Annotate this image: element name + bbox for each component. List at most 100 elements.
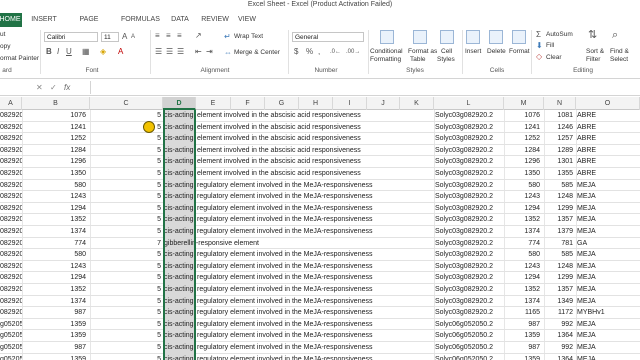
font-color-icon[interactable]: A [118,47,123,57]
cell-e[interactable]: regulatory element involved in the MeJA-… [197,261,433,273]
cell-e[interactable]: regulatory element involved in the MeJA-… [197,296,433,308]
column-header-n[interactable]: N [544,97,576,110]
cell-c[interactable]: 5 [90,156,161,168]
cell-n[interactable]: 1357 [544,284,573,296]
bold-icon[interactable]: B [46,47,52,57]
orientation-icon[interactable]: ↗ [195,31,202,41]
tab-data[interactable]: DATA [168,14,192,26]
cell-n[interactable]: 1248 [544,191,573,203]
cell-a[interactable]: 082920.2 [0,122,22,134]
borders-icon[interactable]: ▦ [82,47,90,57]
cell-m[interactable]: 1352 [504,284,540,296]
formula-input[interactable] [90,81,640,94]
cell-n[interactable]: 1248 [544,261,573,273]
cell-m[interactable]: 1284 [504,145,540,157]
cell-a[interactable]: 082920.2 [0,226,22,238]
cell-e[interactable]: regulatory element involved in the MeJA-… [197,272,433,284]
cell-b[interactable]: 1359 [22,319,86,331]
autosum-button[interactable]: AutoSum [546,31,573,38]
cell-n[interactable]: 585 [544,180,573,192]
cell-o[interactable]: MEJA [577,180,637,192]
cell-e[interactable]: regulatory element involved in the MeJA-… [197,284,433,296]
cell-e[interactable]: regulatory element involved in the MeJA-… [197,319,433,331]
cell-n[interactable]: 1081 [544,110,573,122]
cell-a[interactable]: g052050.2 [0,319,22,331]
cell-l[interactable]: Solyc06g052050.2 [435,354,504,360]
cell-l[interactable]: Solyc03g082920.2 [435,133,504,145]
column-header-m[interactable]: M [504,97,544,110]
tab-home[interactable]: HOME [0,13,22,27]
cell-b[interactable]: 1243 [22,191,86,203]
cell-m[interactable]: 987 [504,342,540,354]
cell-styles-button[interactable]: Cell [441,48,452,55]
cell-b[interactable]: 1350 [22,168,86,180]
cell-b[interactable]: 774 [22,238,86,250]
cell-m[interactable]: 1294 [504,272,540,284]
cell-a[interactable]: 082920.2 [0,156,22,168]
cell-b[interactable]: 987 [22,307,86,319]
cell-a[interactable]: 082920.2 [0,272,22,284]
column-header-d[interactable]: D [163,97,196,110]
cell-n[interactable]: 585 [544,249,573,261]
cell-e[interactable]: element involved in the abscisic acid re… [197,156,433,168]
cell-m[interactable]: 1294 [504,203,540,215]
cell-n[interactable]: 1357 [544,214,573,226]
cell-b[interactable]: 1374 [22,296,86,308]
cell-l[interactable]: Solyc03g082920.2 [435,180,504,192]
cell-l[interactable]: Solyc03g082920.2 [435,296,504,308]
cell-o[interactable]: ABRE [577,110,637,122]
column-header-c[interactable]: C [90,97,163,110]
cell-a[interactable]: 082920.2 [0,145,22,157]
cell-l[interactable]: Solyc03g082920.2 [435,261,504,273]
cell-c[interactable]: 5 [90,330,161,342]
cell-o[interactable]: ABRE [577,133,637,145]
tab-insert[interactable]: INSERT [30,14,58,26]
cell-c[interactable]: 5 [90,226,161,238]
cell-n[interactable]: 1364 [544,330,573,342]
cell-c[interactable]: 5 [90,203,161,215]
cell-l[interactable]: Solyc03g082920.2 [435,226,504,238]
cell-e[interactable]: regulatory element involved in the MeJA-… [197,226,433,238]
cell-m[interactable]: 1243 [504,261,540,273]
cell-o[interactable]: MEJA [577,272,637,284]
cell-l[interactable]: Solyc03g082920.2 [435,168,504,180]
cell-n[interactable]: 1257 [544,133,573,145]
fill-button[interactable]: Fill [546,42,554,49]
cell-e[interactable]: regulatory element involved in the MeJA-… [197,191,433,203]
cell-c[interactable]: 5 [90,180,161,192]
cell-m[interactable]: 580 [504,249,540,261]
column-header-k[interactable]: K [400,97,434,110]
cell-o[interactable]: MEJA [577,354,637,360]
cell-b[interactable]: 1359 [22,354,86,360]
cell-m[interactable]: 1165 [504,307,540,319]
column-header-j[interactable]: J [367,97,400,110]
cell-o[interactable]: ABRE [577,168,637,180]
cell-e[interactable]: element involved in the abscisic acid re… [197,168,433,180]
cell-l[interactable]: Solyc03g082920.2 [435,284,504,296]
cell-c[interactable]: 5 [90,342,161,354]
cell-e[interactable]: regulatory element involved in the MeJA-… [197,354,433,360]
cell-o[interactable]: MEJA [577,191,637,203]
enter-icon[interactable]: ✓ [50,83,57,93]
cell-e[interactable]: regulatory element involved in the MeJA-… [197,330,433,342]
cell-a[interactable]: 082920.2 [0,238,22,250]
cell-n[interactable]: 1172 [544,307,573,319]
cell-n[interactable]: 992 [544,342,573,354]
cell-l[interactable]: Solyc03g082920.2 [435,214,504,226]
find-select-button[interactable]: Find & [610,48,629,55]
column-header-o[interactable]: O [576,97,640,110]
grow-font-icon[interactable]: A [122,32,127,42]
cell-o[interactable]: MEJA [577,296,637,308]
cell-a[interactable]: g052050.2 [0,330,22,342]
tab-review[interactable]: REVIEW [200,14,230,26]
cell-b[interactable]: 1076 [22,110,86,122]
cell-l[interactable]: Solyc03g082920.2 [435,249,504,261]
cell-o[interactable]: GA [577,238,637,250]
cell-e[interactable]: regulatory element involved in the MeJA-… [197,342,433,354]
cell-m[interactable]: 1359 [504,330,540,342]
tab-formulas[interactable]: FORMULAS [121,14,160,26]
font-name-select[interactable]: Calibri [44,32,98,42]
cell-o[interactable]: MEJA [577,342,637,354]
cell-e[interactable]: regulatory element involved in the MeJA-… [197,307,433,319]
column-header-f[interactable]: F [231,97,265,110]
